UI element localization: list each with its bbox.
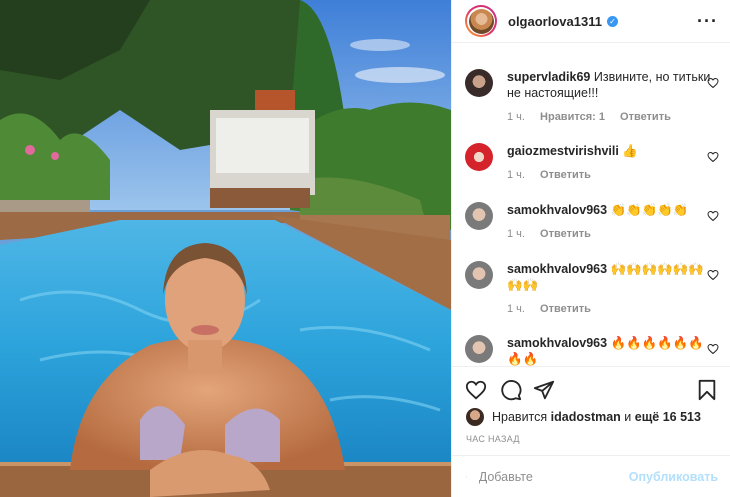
like-comment-heart-icon[interactable]	[707, 210, 719, 222]
likes-summary: Нравится idadostman и ещё 16 513	[466, 408, 701, 426]
like-comment-heart-icon[interactable]	[707, 77, 719, 89]
share-paper-plane-icon[interactable]	[533, 379, 555, 401]
comment-username[interactable]: samokhvalov963	[507, 203, 607, 217]
post-header: olgaorlova1311 ✓ ···	[452, 0, 730, 43]
author-avatar[interactable]	[465, 5, 497, 37]
publish-button[interactable]: Опубликовать	[629, 470, 718, 484]
comment-text: 👏👏👏👏👏	[610, 203, 689, 217]
commenter-avatar[interactable]	[465, 143, 493, 171]
comment-item: gaiozmestvirishvili 👍 1 ч. Ответить	[465, 143, 722, 183]
add-comment-bar: Опубликовать	[452, 455, 730, 497]
comment-likes-count[interactable]: Нравится: 1	[540, 111, 605, 123]
comment-time[interactable]: 1 ч.	[507, 169, 525, 181]
author-username[interactable]: olgaorlova1311	[508, 14, 602, 29]
comment-bubble-icon[interactable]	[500, 379, 522, 401]
pool-photo-image	[0, 0, 451, 497]
commenter-avatar[interactable]	[465, 202, 493, 230]
comment-time[interactable]: 1 ч.	[507, 111, 525, 123]
liker-avatar[interactable]	[466, 408, 484, 426]
reply-button[interactable]: Ответить	[540, 303, 591, 315]
comment-item: supervladik69 Извините, но титьки не нас…	[465, 69, 722, 125]
more-options-icon[interactable]: ···	[697, 12, 718, 30]
comment-username[interactable]: samokhvalov963	[507, 336, 607, 350]
comment-time[interactable]: 1 ч.	[507, 303, 525, 315]
emoji-smiley-icon[interactable]	[466, 466, 467, 488]
liker-username[interactable]: idadostman	[551, 410, 621, 424]
comment-item: samokhvalov963 👏👏👏👏👏 1 ч. Ответить	[465, 202, 722, 242]
commenter-avatar[interactable]	[465, 69, 493, 97]
comment-username[interactable]: gaiozmestvirishvili	[507, 144, 619, 158]
post-modal: olgaorlova1311 ✓ ··· supervladik69 Извин…	[0, 0, 730, 497]
like-heart-icon[interactable]	[465, 379, 487, 401]
commenter-avatar[interactable]	[465, 335, 493, 363]
comment-time[interactable]: 1 ч.	[507, 228, 525, 240]
post-timestamp[interactable]: ЧАС НАЗАД	[466, 434, 520, 444]
comment-input[interactable]	[478, 469, 629, 484]
like-comment-heart-icon[interactable]	[707, 343, 719, 355]
comment-username[interactable]: samokhvalov963	[507, 262, 607, 276]
comment-item: samokhvalov963 🙌🙌🙌🙌🙌🙌🙌🙌 1 ч. Ответить	[465, 261, 722, 317]
verified-badge-icon: ✓	[606, 15, 618, 27]
post-photo[interactable]	[0, 0, 451, 497]
save-bookmark-icon[interactable]	[696, 379, 718, 401]
comment-username[interactable]: supervladik69	[507, 70, 590, 84]
likes-prefix: Нравится	[492, 410, 548, 424]
post-side-panel: olgaorlova1311 ✓ ··· supervladik69 Извин…	[451, 0, 730, 497]
comments-list[interactable]: supervladik69 Извините, но титьки не нас…	[452, 43, 730, 366]
commenter-avatar[interactable]	[465, 261, 493, 289]
reply-button[interactable]: Ответить	[540, 169, 591, 181]
post-actions-bar	[452, 366, 730, 410]
like-comment-heart-icon[interactable]	[707, 269, 719, 281]
reply-button[interactable]: Ответить	[540, 228, 591, 240]
comment-item: samokhvalov963 🔥🔥🔥🔥🔥🔥🔥🔥	[465, 335, 722, 366]
likes-conjunction: и	[624, 410, 632, 424]
like-comment-heart-icon[interactable]	[707, 151, 719, 163]
comment-text: 👍	[622, 144, 638, 158]
reply-button[interactable]: Ответить	[620, 111, 671, 123]
likes-count[interactable]: ещё 16 513	[635, 410, 701, 424]
